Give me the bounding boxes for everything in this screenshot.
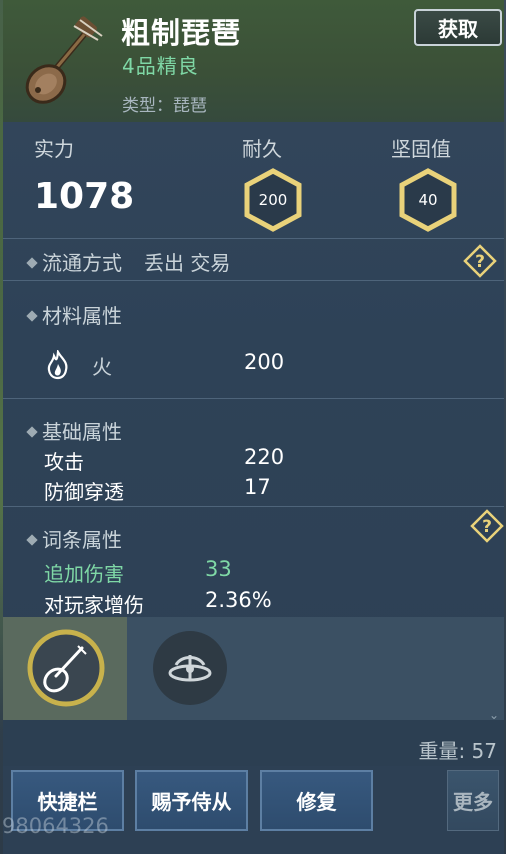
weight-label: 重量: 57	[418, 739, 497, 763]
help-icon[interactable]: ?	[463, 244, 497, 278]
element-label: 火	[92, 355, 112, 379]
item-grade: 4品精良	[122, 54, 199, 78]
svg-text:?: ?	[475, 252, 485, 272]
circulation-value: 丢出 交易	[144, 251, 231, 275]
item-type: 类型：琵琶	[122, 96, 207, 116]
repair-button[interactable]: 修复	[260, 770, 373, 831]
solidity-value: 40	[418, 191, 438, 209]
durability-label: 耐久	[242, 137, 282, 161]
attack-label: 攻击	[44, 450, 84, 474]
spinning-weapon-icon[interactable]	[151, 629, 229, 707]
give-to-servant-button[interactable]: 赐予侍从	[135, 770, 248, 831]
watermark: 98064326	[2, 814, 109, 838]
obtain-button[interactable]: 获取	[414, 9, 502, 46]
pipa-icon[interactable]	[26, 628, 106, 708]
power-value: 1078	[34, 176, 135, 217]
divider	[3, 398, 504, 399]
bullet-diamond-icon	[26, 533, 38, 546]
pvp-damage-label: 对玩家增伤	[44, 593, 144, 617]
svg-text:?: ?	[482, 517, 492, 537]
fire-icon	[44, 348, 72, 380]
extra-damage-value: 33	[205, 557, 232, 581]
circulation-title: 流通方式	[42, 251, 122, 275]
penetration-value: 17	[244, 475, 271, 499]
solidity-label: 坚固值	[391, 137, 451, 161]
durability-hexagon: 200	[243, 168, 303, 232]
divider	[3, 238, 504, 239]
bullet-diamond-icon	[26, 425, 38, 438]
affix-section-title: 词条属性	[26, 524, 122, 553]
divider	[3, 506, 504, 507]
extra-damage-label: 追加伤害	[44, 562, 124, 586]
solidity-hexagon: 40	[398, 168, 458, 232]
divider	[3, 280, 504, 281]
power-label: 实力	[34, 137, 74, 161]
material-section-title: 材料属性	[26, 300, 122, 329]
element-value: 200	[244, 350, 285, 374]
bullet-diamond-icon	[26, 256, 38, 269]
attack-value: 220	[244, 445, 285, 469]
pvp-damage-value: 2.36%	[205, 588, 272, 612]
item-name: 粗制琵琶	[121, 16, 242, 50]
durability-value: 200	[258, 191, 288, 209]
help-icon[interactable]: ?	[470, 509, 504, 543]
more-button[interactable]: 更多	[447, 770, 499, 831]
circulation-row: 流通方式 丢出 交易	[26, 247, 231, 276]
pipa-icon	[18, 16, 104, 106]
penetration-label: 防御穿透	[44, 480, 124, 504]
base-section-title: 基础属性	[26, 416, 122, 445]
bullet-diamond-icon	[26, 309, 38, 322]
